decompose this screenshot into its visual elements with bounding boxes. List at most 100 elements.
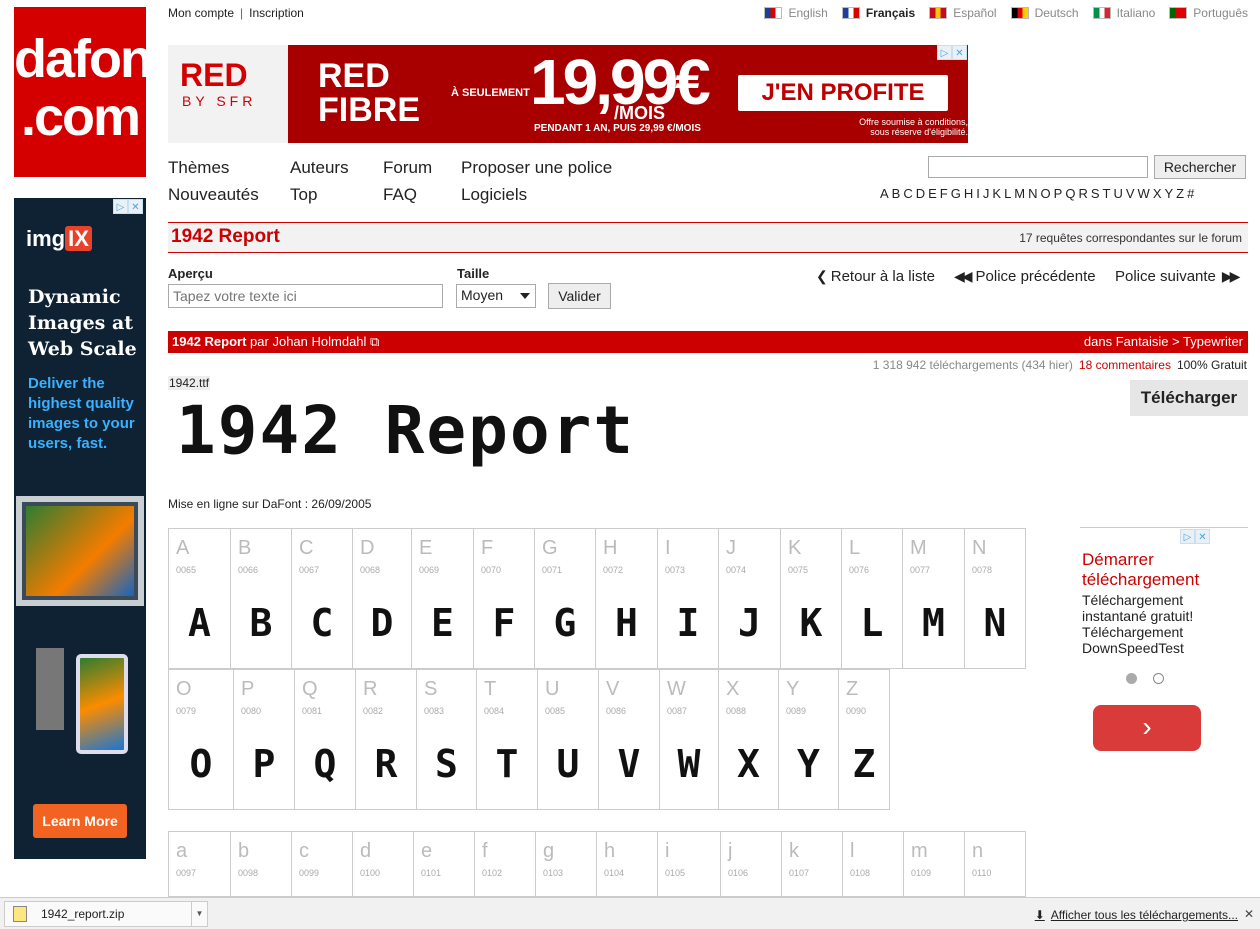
alphabet-letter[interactable]: V: [1126, 186, 1135, 201]
alphabet-letter[interactable]: G: [951, 186, 961, 201]
char-code: 0104: [604, 868, 625, 878]
signup-link[interactable]: Inscription: [249, 6, 304, 20]
language-1[interactable]: Français: [841, 6, 915, 20]
alphabet-letter[interactable]: C: [903, 186, 912, 201]
carousel-dot[interactable]: [1126, 673, 1137, 684]
char-label: W: [667, 678, 686, 700]
alphabet-letter[interactable]: N: [1028, 186, 1037, 201]
ad-body: Téléchargement instantané gratuit! Télécha…: [1082, 592, 1194, 656]
language-4[interactable]: Italiano: [1092, 6, 1155, 20]
category-link[interactable]: dans Fantaisie > Typewriter: [1084, 334, 1243, 349]
language-2[interactable]: Español: [929, 6, 997, 20]
menu-auteurs[interactable]: Auteurs: [290, 158, 349, 178]
font-preview: 1942 Report: [176, 392, 636, 469]
carousel-dot[interactable]: [1153, 673, 1164, 684]
language-0[interactable]: English: [764, 6, 828, 20]
back-to-list-link[interactable]: ❮ Retour à la liste: [816, 268, 935, 285]
alphabet-letter[interactable]: Q: [1065, 186, 1075, 201]
menu-faq[interactable]: FAQ: [383, 185, 417, 205]
close-ad-icon[interactable]: ✕: [1195, 529, 1210, 544]
char-glyph: S: [435, 742, 458, 786]
alphabet-letter[interactable]: O: [1041, 186, 1051, 201]
ad-next-button[interactable]: ›: [1093, 705, 1201, 751]
menu-forum[interactable]: Forum: [383, 158, 432, 178]
download-file-name[interactable]: 1942_report.zip: [41, 907, 124, 921]
learn-more-button[interactable]: Learn More: [33, 804, 127, 838]
alphabet-letter[interactable]: W: [1138, 186, 1150, 201]
previous-font-link[interactable]: ◀◀ Police précédente: [954, 268, 1096, 285]
menu-proposer[interactable]: Proposer une police: [461, 158, 612, 178]
char-code: 0078: [972, 565, 993, 575]
right-ad[interactable]: Démarrer téléchargement Téléchargement ins…: [1080, 527, 1248, 767]
language-5[interactable]: Português: [1169, 6, 1248, 20]
menu-themes[interactable]: Thèmes: [168, 158, 229, 178]
alphabet-letter[interactable]: B: [892, 186, 901, 201]
charmap-cell: a 0097: [168, 831, 231, 897]
alphabet-letter[interactable]: K: [992, 186, 1001, 201]
side-ad[interactable]: img IX Dynamic Images at Web Scale Deliver …: [14, 198, 146, 859]
alphabet-letter[interactable]: Z: [1176, 186, 1184, 201]
alphabet-letter[interactable]: A: [880, 186, 889, 201]
forum-requests-link[interactable]: 17 requêtes correspondantes sur le forum: [1019, 231, 1242, 245]
charmap-cell: h 0104: [596, 831, 658, 897]
alphabet-letter[interactable]: E: [928, 186, 937, 201]
alphabet-letter[interactable]: D: [916, 186, 925, 201]
external-link-icon[interactable]: ⧉: [370, 334, 379, 349]
alphabet-letter[interactable]: J: [983, 186, 990, 201]
charmap-cell: f 0102: [474, 831, 536, 897]
menu-logiciels[interactable]: Logiciels: [461, 185, 527, 205]
char-label: A: [176, 537, 190, 559]
charmap-cell: Y 0089 Y: [778, 669, 839, 810]
validate-button[interactable]: Valider: [548, 283, 611, 309]
alphabet-letter[interactable]: #: [1187, 186, 1194, 201]
author-link[interactable]: Johan Holmdahl: [272, 334, 366, 349]
size-select[interactable]: Moyen: [456, 284, 536, 308]
alphabet-letter[interactable]: S: [1091, 186, 1100, 201]
comments-link[interactable]: 18 commentaires: [1079, 358, 1171, 372]
alphabet-letter[interactable]: I: [976, 186, 980, 201]
char-label: M: [910, 537, 927, 559]
alphabet-letter[interactable]: P: [1054, 186, 1063, 201]
alphabet-letter[interactable]: X: [1153, 186, 1162, 201]
adchoices-icon[interactable]: ▷: [113, 199, 128, 214]
alphabet-letter[interactable]: U: [1113, 186, 1122, 201]
download-button[interactable]: Télécharger: [1130, 380, 1248, 416]
menu-nouveautes[interactable]: Nouveautés: [168, 185, 259, 205]
adchoices-icon[interactable]: ▷: [937, 45, 952, 60]
chevron-down-icon[interactable]: ▼: [191, 902, 207, 926]
search-button[interactable]: Rechercher: [1154, 155, 1246, 179]
alphabet-letter[interactable]: R: [1078, 186, 1087, 201]
ad-choices[interactable]: ▷ ✕: [937, 45, 967, 60]
close-ad-icon[interactable]: ✕: [952, 45, 967, 60]
search-input[interactable]: [928, 156, 1148, 178]
next-font-link[interactable]: Police suivante ▶▶: [1115, 268, 1240, 285]
close-ad-icon[interactable]: ✕: [128, 199, 143, 214]
my-account-link[interactable]: Mon compte: [168, 6, 234, 20]
char-label: D: [360, 537, 375, 559]
preview-text-input[interactable]: [168, 284, 443, 308]
show-all-downloads-link[interactable]: ⬇ Afficher tous les téléchargements...: [1035, 908, 1238, 922]
char-code: 0108: [850, 868, 871, 878]
right-ad-choices[interactable]: ▷ ✕: [1180, 529, 1210, 544]
ad-cta-button[interactable]: J'EN PROFITE: [738, 75, 948, 111]
dafont-logo[interactable]: dafont .com: [14, 7, 169, 177]
side-ad-choices[interactable]: ▷ ✕: [113, 199, 143, 214]
alphabet-letter[interactable]: H: [964, 186, 973, 201]
font-name[interactable]: 1942 Report: [172, 334, 246, 349]
alphabet-letter[interactable]: T: [1103, 186, 1111, 201]
download-item[interactable]: 1942_report.zip ▼: [4, 901, 208, 927]
charmap-cell: n 0110: [964, 831, 1026, 897]
menu-top[interactable]: Top: [290, 185, 317, 205]
adchoices-icon[interactable]: ▷: [1180, 529, 1195, 544]
close-download-bar-icon[interactable]: ✕: [1244, 907, 1254, 921]
alphabet-letter[interactable]: F: [940, 186, 948, 201]
language-3[interactable]: Deutsch: [1010, 6, 1079, 20]
alphabet-letter[interactable]: Y: [1164, 186, 1173, 201]
banner-ad[interactable]: RED BY SFR RED FIBRE À SEULEMENT 19,99€ /…: [168, 45, 968, 143]
char-code: 0087: [667, 706, 688, 716]
alphabet-letter[interactable]: L: [1004, 186, 1011, 201]
alphabet-letter[interactable]: M: [1014, 186, 1025, 201]
char-code: 0101: [421, 868, 442, 878]
chevron-down-icon: [520, 293, 530, 299]
char-label: l: [850, 840, 855, 862]
